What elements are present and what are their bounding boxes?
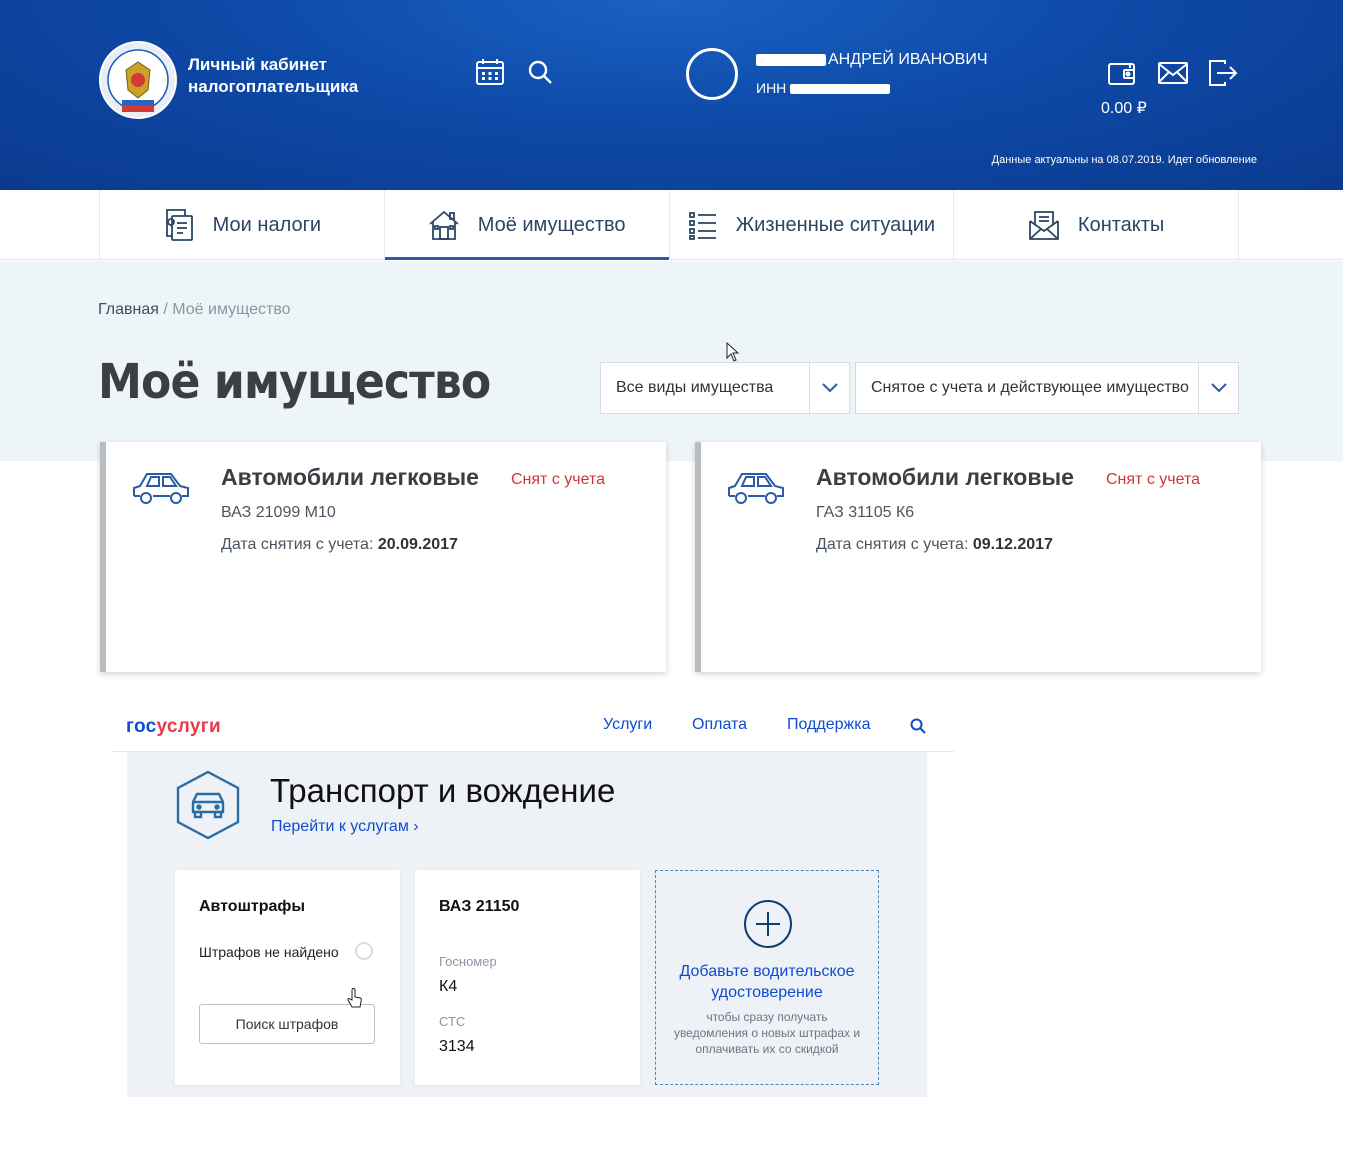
- fines-card: Автоштрафы Штрафов не найдено Поиск штра…: [175, 870, 400, 1085]
- list-icon: [688, 212, 716, 240]
- logout-icon[interactable]: [1207, 58, 1239, 88]
- tab-my-taxes-label: Мои налоги: [212, 213, 322, 236]
- breadcrumb-current: Моё имущество: [172, 301, 291, 318]
- user-name-text: АНДРЕЙ ИВАНОВИЧ: [828, 51, 988, 68]
- property-model-text: ВАЗ 21099 М10: [221, 504, 336, 521]
- vehicle-title: ВАЗ 21150: [439, 898, 520, 915]
- status-badge: Снят с учета: [511, 471, 606, 488]
- fns-header: Личный кабинет налогоплательщика АНДРЕЙ …: [0, 0, 1343, 190]
- car-icon: [133, 473, 189, 504]
- calendar-icon[interactable]: [474, 56, 506, 88]
- fns-emblem-logo[interactable]: [98, 40, 178, 120]
- car-hexagon-icon: [176, 770, 240, 840]
- breadcrumb: Главная / Моё имущество: [98, 301, 291, 319]
- user-inn: ИНН: [756, 80, 891, 96]
- add-license-description: чтобы сразу получать уведомления о новых…: [673, 1010, 861, 1056]
- go-to-services-text: Перейти к услугам: [271, 818, 409, 835]
- main-nav-tabs: Мои налоги Моё имущество Жизненные ситуа…: [99, 190, 1239, 260]
- brand-line-2: налогоплательщика: [188, 77, 359, 96]
- property-title: Автомобили легковые: [221, 464, 479, 490]
- wallet-icon[interactable]: [1106, 56, 1138, 88]
- hand-pointer-icon: [347, 988, 362, 1008]
- page-title: Моё имущество: [98, 354, 491, 410]
- tab-life-situations-label: Жизненные ситуации: [735, 213, 936, 236]
- property-card[interactable]: Автомобили легковые Снят с учета ВАЗ 210…: [100, 442, 666, 672]
- deregistration-date: Дата снятия с учета: 09.12.2017: [816, 536, 1053, 554]
- mouse-pointer-icon: [726, 342, 740, 362]
- chevron-down-icon: [1198, 363, 1238, 413]
- date-label: Дата снятия с учета:: [221, 536, 378, 553]
- gosuslugi-header: госуслуги Услуги Оплата Поддержка: [111, 700, 954, 752]
- plate-label: Госномер: [439, 954, 497, 969]
- gosuslugi-logo[interactable]: госуслуги: [126, 716, 221, 738]
- search-icon[interactable]: [527, 59, 553, 85]
- house-icon: [429, 210, 459, 240]
- sts-label: СТС: [439, 1014, 466, 1029]
- fines-card-title: Автоштрафы: [199, 898, 306, 915]
- envelope-letter-icon: [1029, 211, 1059, 240]
- chevron-right-icon: ›: [413, 818, 419, 835]
- mail-icon[interactable]: [1157, 60, 1189, 86]
- property-type-select[interactable]: Все виды имущества: [600, 362, 850, 414]
- tab-my-property[interactable]: Моё имущество: [384, 190, 670, 260]
- tab-life-situations[interactable]: Жизненные ситуации: [670, 190, 955, 260]
- redacted-inn: [790, 84, 891, 95]
- tab-contacts-label: Контакты: [1077, 213, 1165, 236]
- date-value: 09.12.2017: [972, 536, 1053, 553]
- gu-nav-support[interactable]: Поддержка: [787, 716, 870, 734]
- property-model-text: ГАЗ 31105 К6: [816, 504, 915, 521]
- user-avatar[interactable]: [686, 48, 738, 100]
- logo-part-gos: гос: [126, 716, 157, 737]
- tax-documents-icon: [165, 209, 193, 241]
- brand-line-1: Личный кабинет: [188, 55, 327, 74]
- gu-nav-payment[interactable]: Оплата: [692, 716, 747, 734]
- property-type-value: Все виды имущества: [616, 379, 774, 396]
- search-fines-button[interactable]: Поиск штрафов: [199, 1004, 375, 1044]
- breadcrumb-separator: /: [158, 301, 173, 318]
- sts-value: 3134: [439, 1038, 475, 1055]
- add-license-title: Добавьте водительское удостоверение: [679, 963, 855, 1001]
- section-title: Транспорт и вождение: [270, 772, 616, 809]
- redacted-surname: [756, 53, 826, 66]
- date-label: Дата снятия с учета:: [816, 536, 973, 553]
- gu-nav-services[interactable]: Услуги: [603, 716, 652, 734]
- property-status-select[interactable]: Снятое с учета и действующее имущество: [855, 362, 1239, 414]
- property-status-value: Снятое с учета и действующее имущество: [871, 379, 1189, 396]
- logo-part-uslugi: услуги: [156, 716, 221, 737]
- tab-contacts[interactable]: Контакты: [954, 190, 1239, 260]
- data-update-note: Данные актуальны на 08.07.2019. Идет обн…: [991, 154, 1257, 166]
- vehicle-card[interactable]: ВАЗ 21150 Госномер К4 СТС 3134: [415, 870, 640, 1085]
- transport-section: Транспорт и вождение Перейти к услугам ›…: [127, 752, 927, 1097]
- property-card[interactable]: Автомобили легковые Снят с учета ГАЗ 311…: [695, 442, 1261, 672]
- car-icon: [728, 473, 784, 504]
- date-value: 20.09.2017: [377, 536, 458, 553]
- breadcrumb-home-link[interactable]: Главная: [98, 301, 159, 318]
- tab-my-property-label: Моё имущество: [477, 213, 626, 236]
- property-model: ВАЗ 21099 М10: [221, 504, 336, 522]
- balance-amount[interactable]: 0.00 ₽: [1101, 98, 1147, 118]
- search-icon[interactable]: [910, 718, 926, 734]
- main-nav-bar: Мои налоги Моё имущество Жизненные ситуа…: [0, 190, 1343, 260]
- property-model: ГАЗ 31105 К6: [816, 504, 914, 522]
- tab-my-taxes[interactable]: Мои налоги: [100, 190, 385, 260]
- cabinet-brand-title[interactable]: Личный кабинет налогоплательщика: [188, 54, 358, 98]
- add-driver-license-card[interactable]: Добавьте водительское удостоверение чтоб…: [655, 870, 879, 1085]
- fines-status: Штрафов не найдено: [199, 944, 339, 960]
- plate-value: К4: [439, 978, 458, 995]
- go-to-services-link[interactable]: Перейти к услугам ›: [271, 818, 419, 836]
- deregistration-date: Дата снятия с учета: 20.09.2017: [221, 536, 458, 554]
- refresh-icon[interactable]: [355, 942, 373, 960]
- property-title: Автомобили легковые: [816, 464, 1074, 490]
- plus-circle-icon: [744, 900, 792, 948]
- inn-label: ИНН: [756, 80, 787, 96]
- chevron-down-icon: [809, 363, 849, 413]
- user-name[interactable]: АНДРЕЙ ИВАНОВИЧ: [756, 51, 988, 69]
- status-badge: Снят с учета: [1106, 471, 1201, 488]
